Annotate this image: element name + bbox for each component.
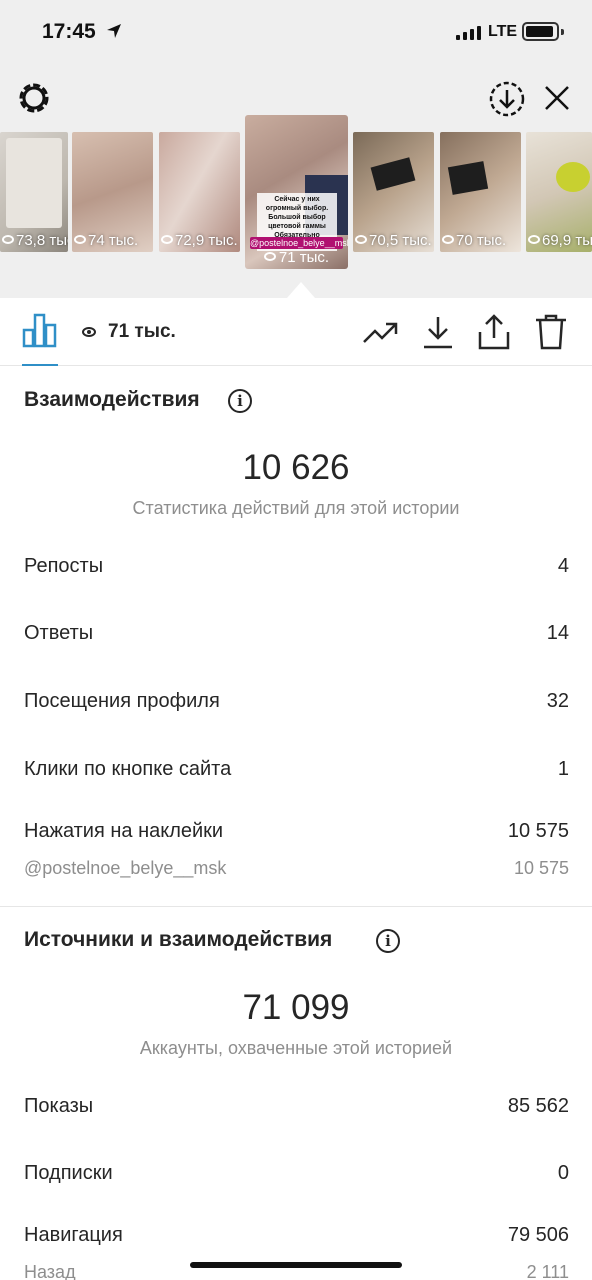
- stat-row: Нажатия на наклейки 10 575: [24, 820, 569, 843]
- save-download-icon[interactable]: [488, 80, 526, 118]
- stat-value: 0: [557, 1162, 569, 1184]
- status-bar: 17:45 LTE: [0, 0, 592, 62]
- selected-story-thumbnail[interactable]: Сейчас у них огромный выбор. Большой выб…: [245, 115, 348, 269]
- discovery-title: Источники и взаимодействия: [24, 928, 333, 951]
- info-icon[interactable]: i: [376, 929, 400, 953]
- selection-pointer: [287, 282, 315, 298]
- stat-row: Клики по кнопке сайта 1: [24, 758, 569, 781]
- info-icon[interactable]: i: [228, 389, 252, 413]
- location-arrow-icon: [107, 24, 121, 38]
- stat-label: Репосты: [24, 555, 104, 577]
- eye-icon: [355, 234, 367, 244]
- discovery-subtitle: Аккаунты, охваченные этой историей: [139, 1038, 453, 1058]
- eye-icon: [442, 234, 454, 244]
- stat-value: 10 575: [507, 820, 569, 842]
- insights-toolbar: 71 тыс.: [0, 298, 592, 366]
- story-views: 69,9 тыс.: [542, 232, 592, 249]
- section-divider: [0, 906, 592, 907]
- stat-row: Показы 85 562: [24, 1095, 569, 1118]
- stat-value: 32: [546, 690, 569, 712]
- story-thumbnail[interactable]: 70,5 тыс.: [353, 132, 434, 252]
- eye-icon: [263, 251, 276, 261]
- stat-value: 1: [557, 758, 569, 780]
- story-views: 71 тыс.: [278, 249, 330, 266]
- stat-label: Клики по кнопке сайта: [24, 758, 232, 780]
- share-icon[interactable]: [476, 314, 512, 350]
- stat-label: Навигация: [24, 1224, 123, 1246]
- story-thumbnail[interactable]: 74 тыс.: [72, 132, 153, 252]
- stat-label: Нажатия на наклейки: [24, 820, 224, 842]
- network-label: LTE: [488, 23, 518, 40]
- stat-row: Навигация 79 506: [24, 1224, 569, 1247]
- stat-label: Посещения профиля: [24, 690, 220, 712]
- stat-row: Подписки 0: [24, 1162, 569, 1185]
- stat-value: 85 562: [507, 1095, 569, 1117]
- settings-gear-icon[interactable]: [16, 80, 52, 116]
- close-icon[interactable]: [543, 84, 571, 112]
- insights-bar-chart-icon[interactable]: [22, 312, 58, 348]
- active-tab-indicator: [22, 364, 58, 366]
- eye-icon: [161, 234, 173, 244]
- views-count: 71 тыс.: [108, 321, 176, 342]
- story-strip: 73,8 тыс. 74 тыс. 72,9 тыс. Сейчас у них…: [0, 62, 592, 298]
- mention-sticker: @postelnoe_belye__msk: [250, 237, 348, 249]
- interactions-total: 10 626: [242, 448, 350, 487]
- stat-subvalue: 10 575: [513, 858, 569, 878]
- stat-label: Показы: [24, 1095, 94, 1117]
- stat-value: 79 506: [507, 1224, 569, 1246]
- interactions-subtitle: Статистика действий для этой истории: [132, 498, 460, 518]
- signal-icon: [456, 26, 481, 40]
- eye-icon: [74, 234, 86, 244]
- home-indicator[interactable]: [190, 1262, 402, 1268]
- discovery-total: 71 099: [242, 988, 350, 1027]
- story-views: 74 тыс.: [88, 232, 139, 249]
- story-thumbnail[interactable]: 72,9 тыс.: [159, 132, 240, 252]
- stat-subvalue: 2 111: [526, 1262, 569, 1280]
- stat-sublabel: @postelnoe_belye__msk: [24, 858, 227, 878]
- battery-icon: [522, 22, 564, 41]
- story-views: 70,5 тыс.: [369, 232, 432, 249]
- stat-sublabel: Назад: [24, 1262, 76, 1280]
- interactions-title: Взаимодействия: [24, 388, 200, 411]
- stat-row: Репосты 4: [24, 555, 569, 578]
- story-thumbnail[interactable]: 69,9 тыс.: [526, 132, 592, 252]
- stat-row: Ответы 14: [24, 622, 569, 645]
- story-thumbnail[interactable]: 70 тыс.: [440, 132, 521, 252]
- stat-label: Ответы: [24, 622, 94, 644]
- stat-label: Подписки: [24, 1162, 113, 1184]
- download-icon[interactable]: [420, 314, 456, 350]
- story-views: 70 тыс.: [456, 232, 507, 249]
- eye-icon: [2, 234, 14, 244]
- story-views: 72,9 тыс.: [175, 232, 238, 249]
- story-views: 73,8 тыс.: [16, 232, 68, 249]
- trending-icon[interactable]: [362, 314, 398, 350]
- stat-subrow: @postelnoe_belye__msk 10 575: [24, 858, 569, 879]
- status-time: 17:45: [42, 20, 96, 43]
- eye-icon: [82, 327, 96, 337]
- story-thumbnail[interactable]: 73,8 тыс.: [0, 132, 68, 252]
- stat-row: Посещения профиля 32: [24, 690, 569, 713]
- stat-value: 4: [557, 555, 569, 577]
- delete-trash-icon[interactable]: [533, 314, 569, 350]
- stat-value: 14: [546, 622, 569, 644]
- eye-icon: [528, 234, 540, 244]
